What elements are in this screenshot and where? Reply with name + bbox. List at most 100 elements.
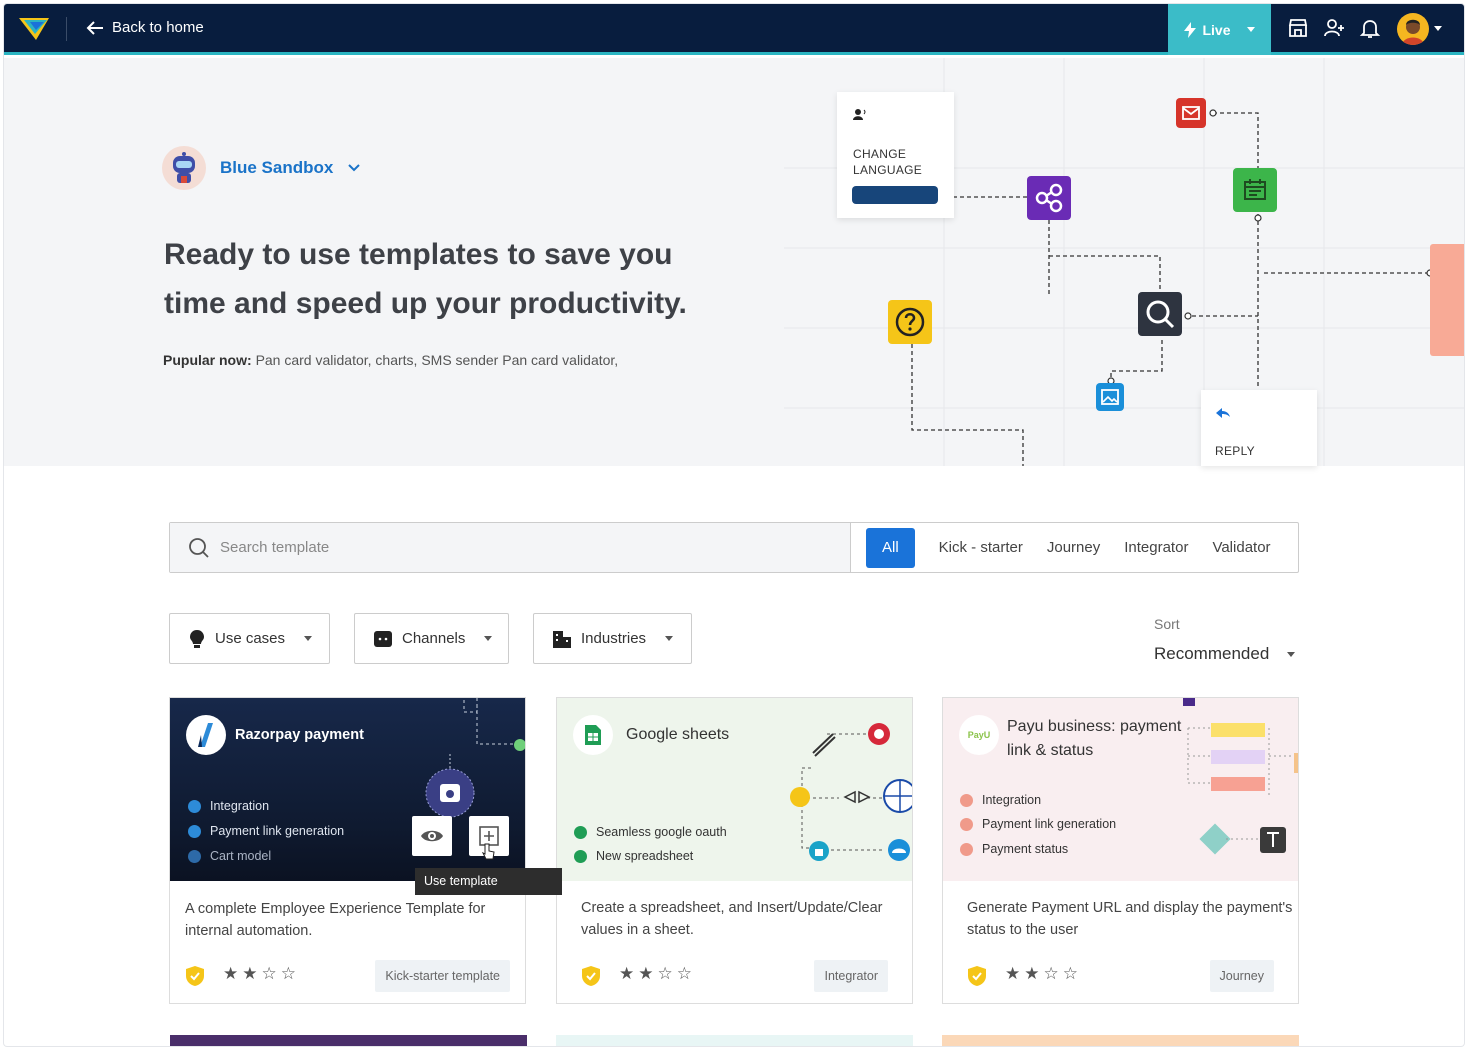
- star-filled-icon: ★: [242, 964, 258, 983]
- channels-dropdown[interactable]: Channels: [354, 613, 509, 664]
- search-icon: [189, 537, 209, 558]
- template-card-partial[interactable]: [170, 1035, 527, 1046]
- preview-button[interactable]: [412, 816, 452, 856]
- template-card-partial[interactable]: [556, 1035, 913, 1046]
- industries-dropdown[interactable]: Industries: [533, 613, 692, 664]
- search-input[interactable]: [220, 539, 820, 556]
- popular-label: Pupular now:: [163, 352, 252, 368]
- verified-shield-icon: [582, 966, 600, 986]
- use-template-tooltip: Use template: [415, 868, 562, 895]
- sort-dropdown[interactable]: Recommended: [1154, 644, 1296, 664]
- robot-icon: [162, 146, 206, 190]
- template-card-razorpay[interactable]: Razorpay payment Integration Payment lin…: [169, 697, 562, 1004]
- help-icon: [888, 300, 932, 344]
- back-to-home-link[interactable]: Back to home: [86, 19, 204, 36]
- card-title: Razorpay payment: [235, 727, 364, 743]
- live-environment-button[interactable]: Live: [1168, 4, 1271, 55]
- verified-shield-icon: [968, 966, 986, 986]
- sort-value: Recommended: [1154, 644, 1270, 663]
- verified-shield-icon: [186, 966, 204, 986]
- category-tabs: All Kick - starter Journey Integrator Va…: [866, 523, 1283, 572]
- feature-item: Payment link generation: [960, 817, 1116, 831]
- divider: [66, 17, 67, 41]
- workflow-illustration: CHANGE LANGUAGE REPLY: [784, 58, 1464, 466]
- check-icon: [960, 842, 973, 856]
- lightbulb-icon: [190, 629, 204, 648]
- check-icon: [188, 824, 201, 838]
- speaker-icon: [853, 109, 866, 120]
- star-empty-icon: ☆: [676, 964, 692, 983]
- check-icon: [960, 793, 973, 807]
- feature-item: New spreadsheet: [574, 849, 693, 863]
- image-icon: [1096, 383, 1124, 411]
- chevron-down-icon: [665, 636, 674, 641]
- template-card-payu[interactable]: PayU Payu business: payment link & statu…: [942, 697, 1299, 1004]
- use-cases-dropdown[interactable]: Use cases: [169, 613, 330, 664]
- building-icon: [553, 630, 571, 648]
- change-language-label: CHANGE LANGUAGE: [853, 147, 923, 177]
- channels-label: Channels: [402, 630, 466, 647]
- card-description: Generate Payment URL and display the pay…: [967, 900, 1293, 938]
- tab-journey[interactable]: Journey: [1035, 539, 1112, 556]
- star-empty-icon: ☆: [261, 964, 277, 983]
- popular-items[interactable]: Pan card validator, charts, SMS sender P…: [256, 352, 619, 368]
- check-icon: [960, 817, 973, 831]
- star-empty-icon: ☆: [657, 964, 673, 983]
- template-card-partial[interactable]: [942, 1035, 1299, 1046]
- language-bar: [852, 186, 938, 204]
- feature-item: Seamless google oauth: [574, 825, 727, 839]
- card-banner: Google sheets Seamless google oauth New …: [557, 698, 912, 881]
- app-window: Back to home Live Blue Sandbox Ready to …: [4, 4, 1464, 1046]
- rating-stars: ★ ★ ☆ ☆: [223, 964, 296, 984]
- template-type-tag: Journey: [1209, 960, 1274, 992]
- check-icon: [188, 849, 201, 863]
- star-filled-icon: ★: [1005, 964, 1021, 983]
- card-footer: ★ ★ ☆ ☆ Journey: [967, 960, 1274, 992]
- tab-kick-starter[interactable]: Kick - starter: [927, 539, 1035, 556]
- back-to-home-label: Back to home: [112, 19, 204, 36]
- top-bar: Back to home Live: [4, 4, 1464, 55]
- workspace-selector[interactable]: Blue Sandbox: [162, 146, 361, 190]
- chevron-down-icon: [1287, 651, 1296, 657]
- chevron-down-icon: [484, 636, 493, 641]
- search-icon: [1138, 292, 1182, 336]
- card-title: Google sheets: [626, 726, 730, 743]
- mail-icon: [1176, 98, 1206, 128]
- rating-stars: ★ ★ ☆ ☆: [619, 964, 692, 984]
- card-description: Create a spreadsheet, and Insert/Update/…: [581, 900, 883, 938]
- sort-label: Sort: [1154, 616, 1180, 632]
- workspace-name: Blue Sandbox: [220, 158, 334, 177]
- feature-item: Payment status: [960, 842, 1068, 856]
- feature-item: Integration: [960, 793, 1041, 807]
- chevron-down-icon: [1246, 27, 1255, 32]
- card-footer: ★ ★ ☆ ☆ Kick-starter template: [185, 960, 510, 992]
- chevron-down-icon[interactable]: [1434, 26, 1442, 31]
- star-empty-icon: ☆: [1043, 964, 1059, 983]
- bell-icon[interactable]: [1358, 16, 1382, 40]
- hero-section: Blue Sandbox Ready to use templates to s…: [4, 58, 1464, 466]
- user-add-icon[interactable]: [1322, 16, 1346, 40]
- user-avatar[interactable]: [1397, 13, 1429, 45]
- card-title: Payu business: payment link & status: [1007, 718, 1182, 759]
- tab-integrator[interactable]: Integrator: [1112, 539, 1200, 556]
- chevron-down-icon: [348, 164, 361, 172]
- cursor-icon: [481, 843, 495, 860]
- card-description: A complete Employee Experience Template …: [185, 901, 486, 939]
- rating-stars: ★ ★ ☆ ☆: [1005, 964, 1078, 984]
- reply-icon: [1216, 408, 1230, 418]
- store-icon[interactable]: [1286, 16, 1310, 40]
- change-language-node: CHANGE LANGUAGE: [837, 92, 954, 218]
- app-logo[interactable]: [18, 16, 50, 42]
- live-label: Live: [1202, 21, 1231, 38]
- use-cases-label: Use cases: [215, 630, 286, 647]
- card-banner: PayU Payu business: payment link & statu…: [943, 698, 1298, 881]
- star-filled-icon: ★: [619, 964, 635, 983]
- check-icon: [574, 825, 587, 839]
- template-card-google-sheets[interactable]: Google sheets Seamless google oauth New …: [556, 697, 913, 1004]
- popular-now: Pupular now: Pan card validator, charts,…: [163, 352, 618, 368]
- star-empty-icon: ☆: [280, 964, 296, 983]
- lightning-icon: [1184, 21, 1197, 38]
- template-type-tag: Kick-starter template: [375, 960, 510, 992]
- tab-validator[interactable]: Validator: [1200, 539, 1282, 556]
- tab-all[interactable]: All: [866, 527, 915, 568]
